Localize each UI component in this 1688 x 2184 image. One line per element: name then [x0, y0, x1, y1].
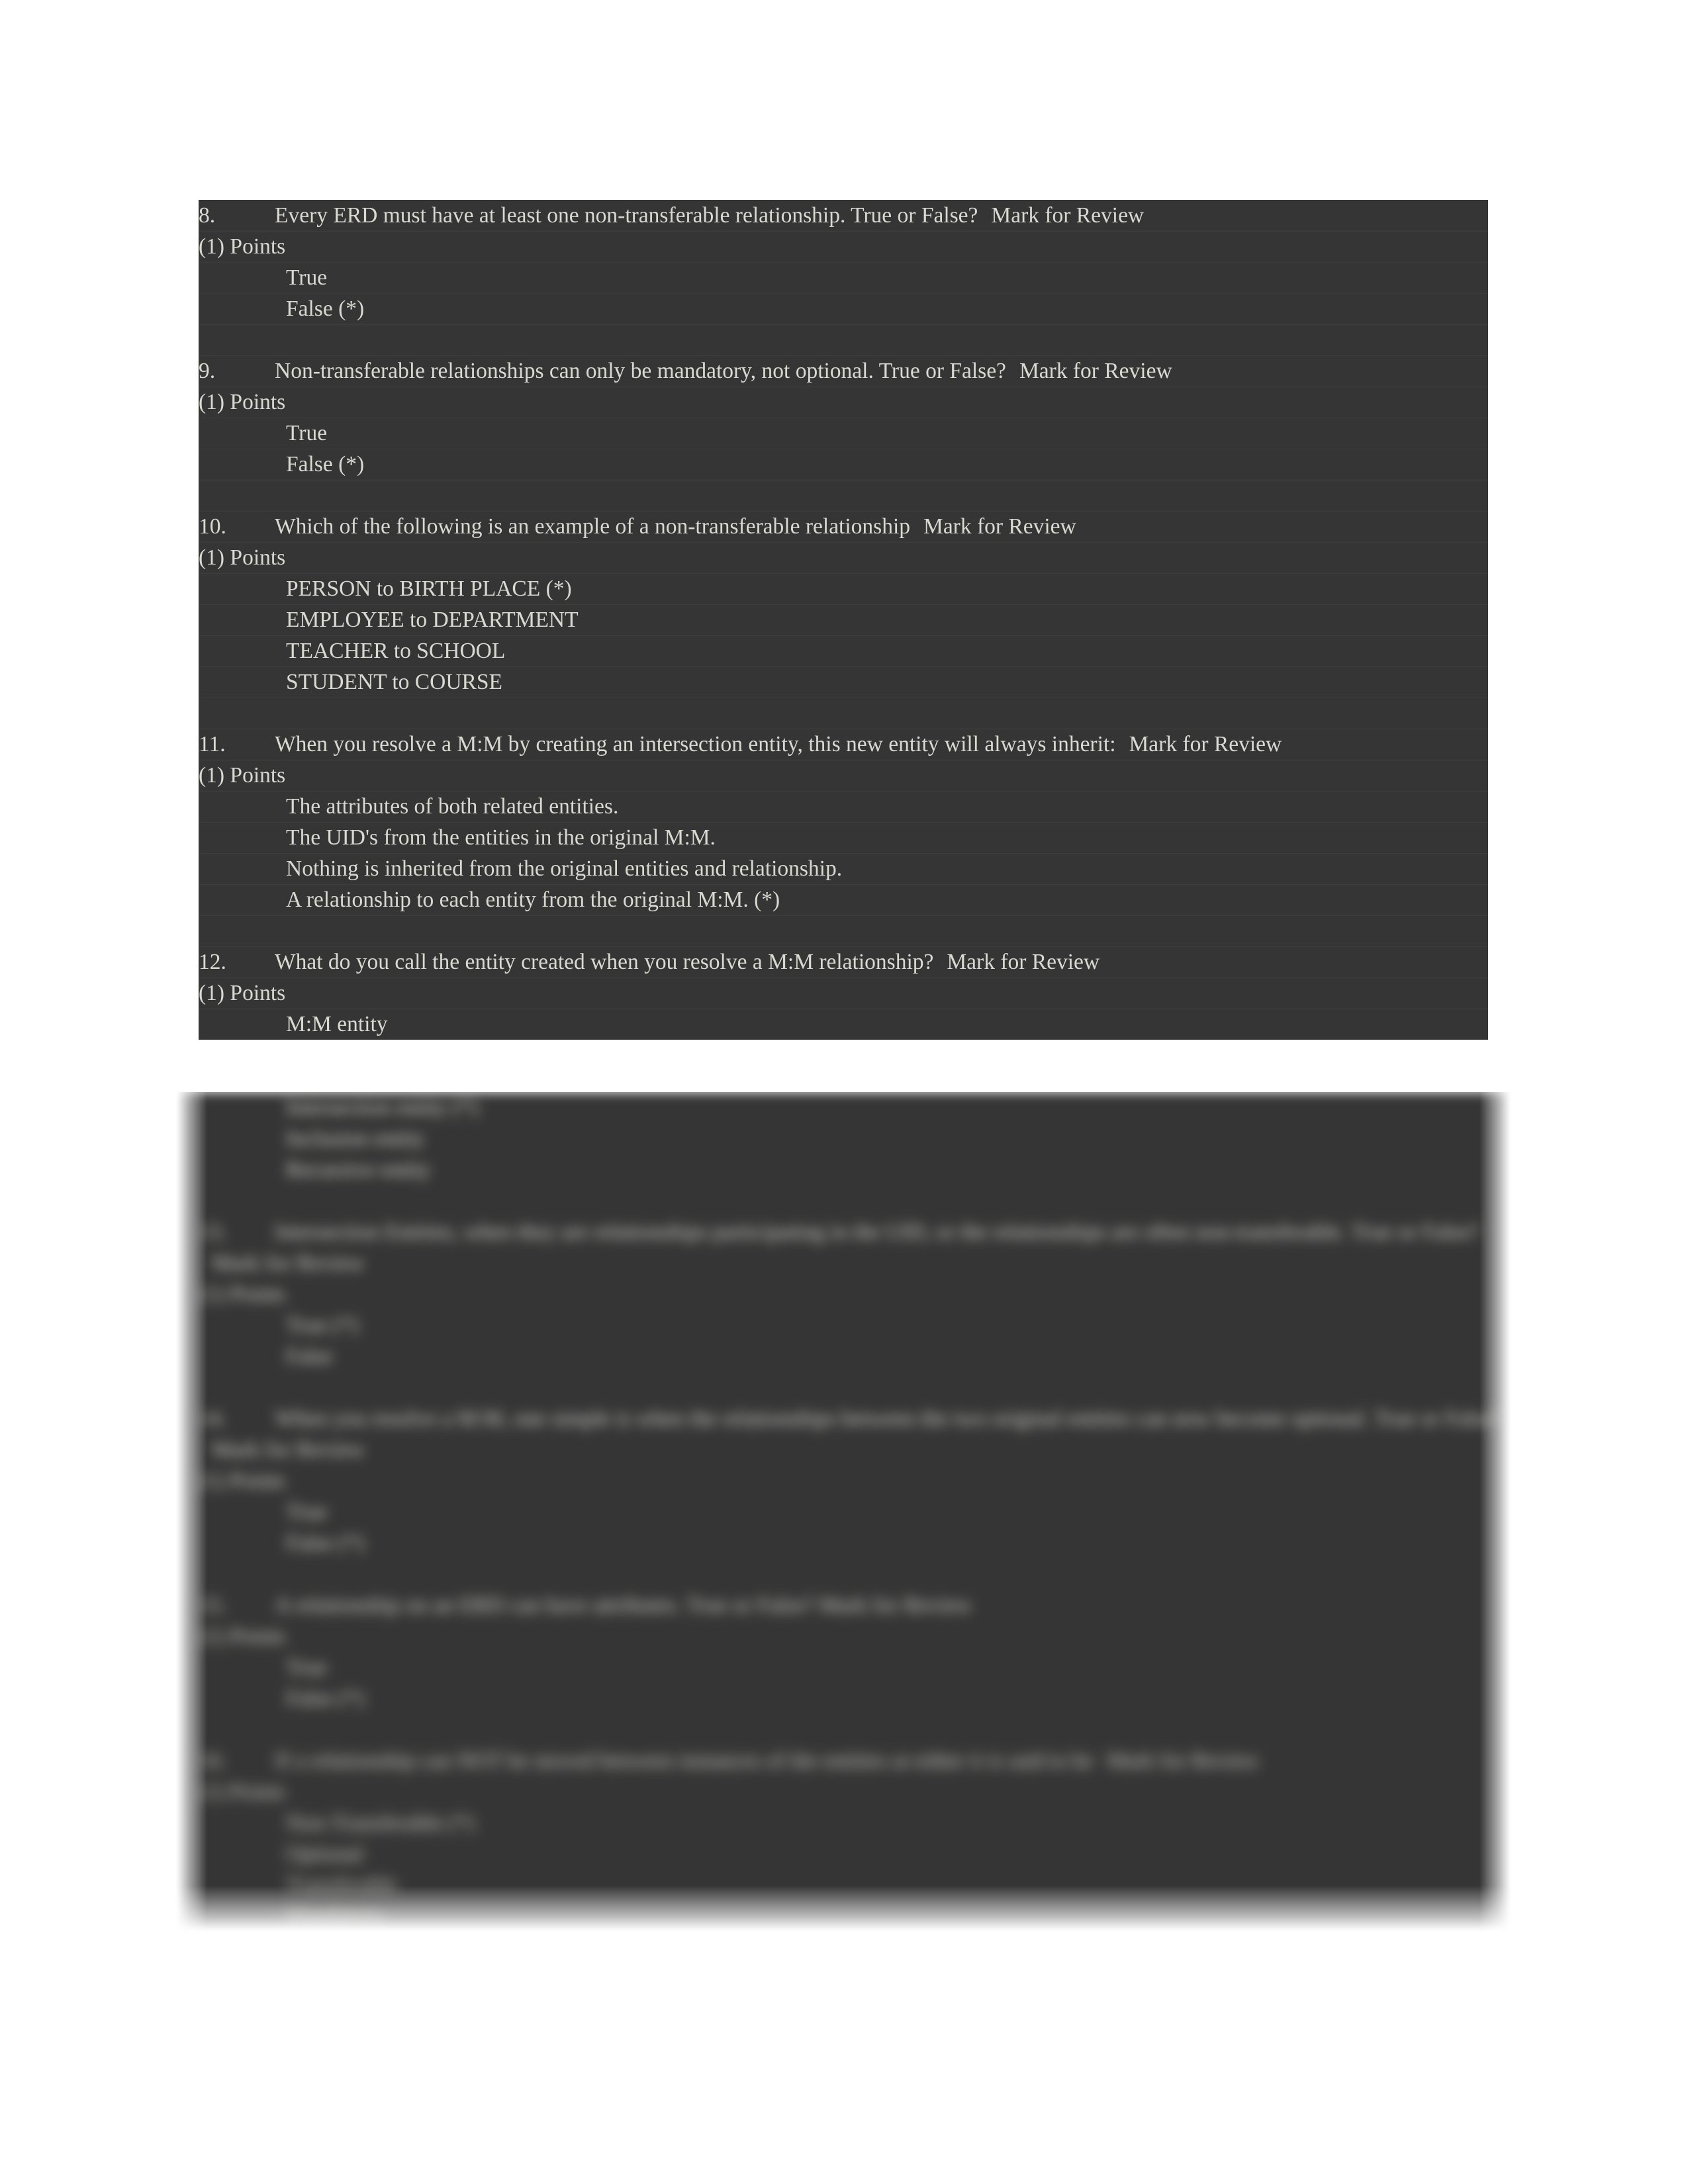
question-text: When you resolve a M:M, one simple is wh… — [275, 1406, 1502, 1431]
answer-option[interactable]: Nothing is inherited from the original e… — [199, 853, 1488, 884]
question-block: 11. When you resolve a M:M by creating an… — [199, 729, 1488, 946]
mark-for-review-link[interactable]: Mark for Review — [910, 514, 1076, 539]
answer-option[interactable]: False (*) — [199, 1683, 1511, 1714]
points-label: (1) Points — [199, 763, 286, 788]
question-heading: 15. A relationship on an ERD can have att… — [199, 1590, 1511, 1621]
quiz-panel: 8. Every ERD must have at least one non-t… — [175, 200, 1511, 1932]
answer-option[interactable]: False (*) — [199, 449, 1488, 480]
answer-option[interactable]: True (*) — [199, 1310, 1511, 1341]
sharp-content-region: 8. Every ERD must have at least one non-t… — [199, 200, 1488, 1040]
mark-for-review-link[interactable]: Mark for Review — [1116, 732, 1282, 756]
question-block: 9. Non-transferable relationships can onl… — [199, 355, 1488, 511]
question-text: A relationship on an ERD can have attrib… — [275, 1593, 972, 1617]
question-block: 10. Which of the following is an example … — [199, 511, 1488, 729]
answer-option[interactable]: Mandatory — [199, 1901, 1511, 1932]
question-text: Intersection Entities, when they are rel… — [275, 1220, 1479, 1244]
question-number: 10. — [199, 514, 226, 539]
points-label: (1) Points — [199, 234, 286, 259]
answer-option[interactable]: TEACHER to SCHOOL — [199, 635, 1488, 666]
answer-option[interactable]: Transferable — [199, 1870, 1511, 1901]
question-block: 14. When you resolve a M:M, one simple is… — [199, 1403, 1511, 1590]
mark-for-review-link[interactable]: Mark for Review — [933, 950, 1100, 974]
answer-option[interactable]: False (*) — [199, 1527, 1511, 1559]
question-text: Which of the following is an example of … — [275, 514, 911, 539]
question-heading: 8. Every ERD must have at least one non-t… — [199, 200, 1488, 231]
question-number: 9. — [199, 359, 216, 383]
question-heading: 16. If a relationship can NOT be moved be… — [199, 1745, 1511, 1776]
answer-option[interactable]: False — [199, 1341, 1511, 1372]
answer-option[interactable]: STUDENT to COURSE — [199, 666, 1488, 698]
mark-for-review-link[interactable]: Mark for Review — [199, 1251, 365, 1275]
question-number: 8. — [199, 203, 216, 228]
answer-option[interactable]: True — [199, 1652, 1511, 1683]
question-heading: 12. What do you call the entity created w… — [199, 946, 1488, 978]
question-number: 12. — [199, 950, 226, 974]
question-text: Every ERD must have at least one non-tra… — [275, 203, 978, 228]
question-number: 14. — [199, 1406, 226, 1431]
answer-option[interactable]: The attributes of both related entities. — [199, 791, 1488, 822]
question-block: 16. If a relationship can NOT be moved be… — [199, 1745, 1511, 1932]
question-heading: 13. Intersection Entities, when they are … — [199, 1216, 1511, 1279]
answer-option[interactable]: M:M entity — [199, 1009, 1488, 1040]
question-number: 15. — [199, 1593, 226, 1617]
question-block: 12. What do you call the entity created w… — [199, 946, 1488, 1040]
question-text: When you resolve a M:M by creating an in… — [275, 732, 1116, 756]
question-heading: 10. Which of the following is an example … — [199, 511, 1488, 542]
mark-for-review-link[interactable]: Mark for Review — [978, 203, 1144, 228]
question-number: 13. — [199, 1220, 226, 1244]
mark-for-review-link[interactable]: Mark for Review — [1094, 1749, 1260, 1773]
question-number: 11. — [199, 732, 226, 756]
question-heading: 9. Non-transferable relationships can onl… — [199, 355, 1488, 387]
answer-option[interactable]: True — [199, 418, 1488, 449]
answer-option[interactable]: A relationship to each entity from the o… — [199, 884, 1488, 915]
points-label: (1) Points — [199, 981, 286, 1005]
points-label: (1) Points — [199, 1780, 286, 1804]
answer-option[interactable]: True — [199, 262, 1488, 293]
question-block: Intersection entity (*) Inclusion entity… — [199, 1092, 1511, 1216]
answer-option[interactable]: False (*) — [199, 293, 1488, 324]
question-text: If a relationship can NOT be moved betwe… — [275, 1749, 1094, 1773]
question-block: 15. A relationship on an ERD can have att… — [199, 1590, 1511, 1745]
points-label: (1) Points — [199, 1469, 286, 1493]
answer-option[interactable]: EMPLOYEE to DEPARTMENT — [199, 604, 1488, 635]
points-label: (1) Points — [199, 545, 286, 570]
points-label: (1) Points — [199, 1624, 286, 1649]
answer-option[interactable]: True — [199, 1496, 1511, 1527]
answer-option[interactable]: Non-Transferable (*) — [199, 1807, 1511, 1839]
question-heading: 11. When you resolve a M:M by creating an… — [199, 729, 1488, 760]
answer-option[interactable]: Recursive entity — [199, 1154, 1511, 1185]
document-page: 8. Every ERD must have at least one non-t… — [0, 0, 1688, 2184]
points-label: (1) Points — [199, 390, 286, 414]
answer-option[interactable]: Optional — [199, 1839, 1511, 1870]
question-text: Non-transferable relationships can only … — [275, 359, 1006, 383]
question-block: 8. Every ERD must have at least one non-t… — [199, 200, 1488, 355]
answer-option[interactable]: Intersection entity (*) — [199, 1092, 1511, 1123]
blurred-content-region: Intersection entity (*) Inclusion entity… — [175, 1092, 1511, 1932]
answer-option[interactable]: Inclusion entity — [199, 1123, 1511, 1154]
answer-option[interactable]: PERSON to BIRTH PLACE (*) — [199, 573, 1488, 604]
question-heading: 14. When you resolve a M:M, one simple is… — [199, 1403, 1511, 1465]
answer-option[interactable]: The UID's from the entities in the origi… — [199, 822, 1488, 853]
question-text: What do you call the entity created when… — [275, 950, 934, 974]
question-block: 13. Intersection Entities, when they are … — [199, 1216, 1511, 1403]
mark-for-review-link[interactable]: Mark for Review — [1006, 359, 1172, 383]
question-number: 16. — [199, 1749, 226, 1773]
points-label: (1) Points — [199, 1282, 286, 1306]
mark-for-review-link[interactable]: Mark for Review — [199, 1437, 365, 1462]
